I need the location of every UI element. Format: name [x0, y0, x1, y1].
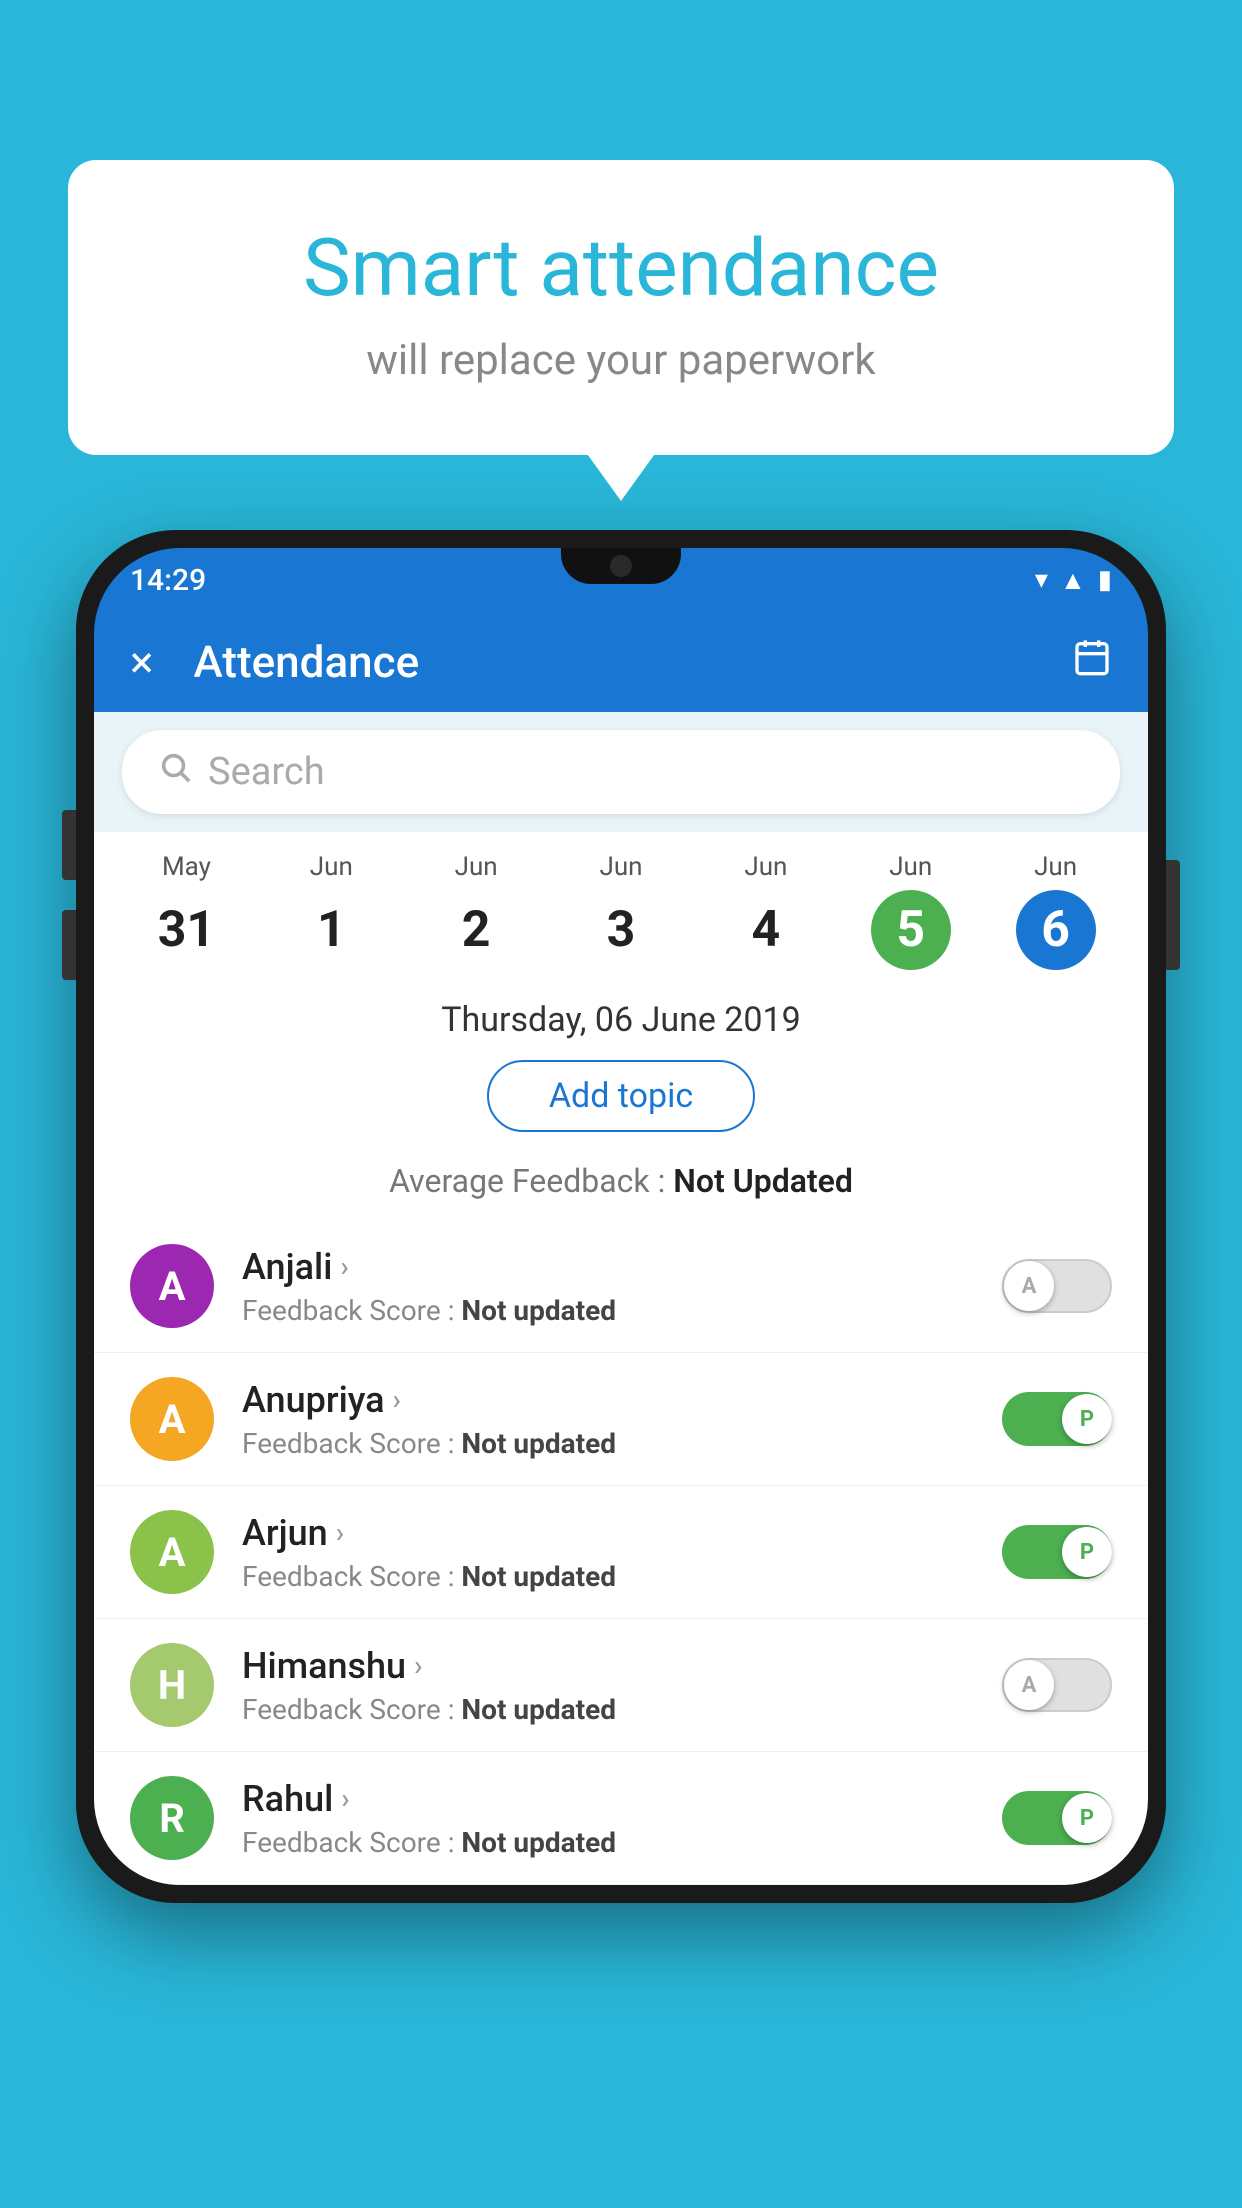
feedback-value: Not updated	[461, 1427, 616, 1460]
feedback-value: Not updated	[461, 1826, 616, 1859]
cal-month-label: Jun	[693, 852, 838, 882]
avg-feedback-value: Not Updated	[673, 1162, 853, 1200]
chevron-icon: ›	[393, 1383, 401, 1416]
toggle-knob: A	[1004, 1261, 1054, 1311]
chevron-icon: ›	[414, 1649, 422, 1682]
student-item: A Anjali › Feedback Score : Not updated A	[94, 1220, 1148, 1353]
speech-bubble: Smart attendance will replace your paper…	[68, 160, 1174, 455]
cal-month-label: Jun	[259, 852, 404, 882]
cal-date-number: 31	[146, 890, 226, 970]
cal-date-number: 3	[581, 890, 661, 970]
cal-date-number: 1	[291, 890, 371, 970]
bubble-title: Smart attendance	[128, 220, 1114, 316]
calendar-day[interactable]: Jun 4	[693, 852, 838, 970]
student-name[interactable]: Himanshu ›	[242, 1645, 974, 1687]
toggle-knob: P	[1062, 1394, 1112, 1444]
student-feedback: Feedback Score : Not updated	[242, 1693, 974, 1726]
avg-feedback-label: Average Feedback :	[389, 1162, 665, 1200]
student-feedback: Feedback Score : Not updated	[242, 1294, 974, 1327]
student-info: Anjali › Feedback Score : Not updated	[242, 1246, 974, 1327]
student-info: Rahul › Feedback Score : Not updated	[242, 1778, 974, 1859]
cal-month-label: Jun	[404, 852, 549, 882]
notch-camera	[610, 555, 632, 577]
search-bar[interactable]: Search	[122, 730, 1120, 814]
student-avatar: A	[130, 1244, 214, 1328]
student-item: H Himanshu › Feedback Score : Not updated A	[94, 1619, 1148, 1752]
avg-feedback: Average Feedback : Not Updated	[94, 1152, 1148, 1220]
student-name[interactable]: Arjun ›	[242, 1512, 974, 1554]
app-bar-title: Attendance	[193, 636, 1042, 688]
power-button	[1166, 860, 1180, 970]
student-item: A Anupriya › Feedback Score : Not updated P	[94, 1353, 1148, 1486]
attendance-toggle[interactable]: P	[1002, 1791, 1112, 1845]
calendar-day[interactable]: Jun 5	[838, 852, 983, 970]
selected-date: Thursday, 06 June 2019	[94, 980, 1148, 1050]
volume-button-down	[62, 910, 76, 980]
student-feedback: Feedback Score : Not updated	[242, 1826, 974, 1859]
calendar-day[interactable]: Jun 6	[983, 852, 1128, 970]
speech-bubble-container: Smart attendance will replace your paper…	[68, 160, 1174, 455]
student-list: AAnjali ›Feedback Score : Not updatedAAA…	[94, 1220, 1148, 1885]
phone-outer: 14:29 ▾ ▲ ▮ × Attendance	[76, 530, 1166, 1903]
student-name[interactable]: Anupriya ›	[242, 1379, 974, 1421]
student-avatar: R	[130, 1776, 214, 1860]
cal-month-label: May	[114, 852, 259, 882]
cal-month-label: Jun	[838, 852, 983, 882]
notch	[561, 548, 681, 584]
app-bar: × Attendance	[94, 612, 1148, 712]
student-feedback: Feedback Score : Not updated	[242, 1560, 974, 1593]
toggle-knob: P	[1062, 1527, 1112, 1577]
cal-date-number: 6	[1016, 890, 1096, 970]
attendance-toggle[interactable]: A	[1002, 1658, 1112, 1712]
search-bar-wrapper: Search	[94, 712, 1148, 832]
cal-month-label: Jun	[549, 852, 694, 882]
close-button[interactable]: ×	[130, 636, 153, 688]
student-avatar: A	[130, 1510, 214, 1594]
calendar-day[interactable]: Jun 3	[549, 852, 694, 970]
student-info: Arjun › Feedback Score : Not updated	[242, 1512, 974, 1593]
attendance-toggle[interactable]: P	[1002, 1525, 1112, 1579]
battery-icon: ▮	[1098, 565, 1112, 595]
calendar-day[interactable]: Jun 2	[404, 852, 549, 970]
search-placeholder: Search	[208, 750, 325, 794]
signal-icon: ▲	[1060, 565, 1086, 596]
student-info: Himanshu › Feedback Score : Not updated	[242, 1645, 974, 1726]
student-info: Anupriya › Feedback Score : Not updated	[242, 1379, 974, 1460]
attendance-toggle[interactable]: A	[1002, 1259, 1112, 1313]
status-icons: ▾ ▲ ▮	[1035, 565, 1112, 596]
student-item: A Arjun › Feedback Score : Not updated P	[94, 1486, 1148, 1619]
calendar-icon[interactable]	[1072, 637, 1112, 687]
phone-screen: 14:29 ▾ ▲ ▮ × Attendance	[94, 548, 1148, 1885]
attendance-toggle[interactable]: P	[1002, 1392, 1112, 1446]
chevron-icon: ›	[341, 1782, 349, 1815]
cal-date-number: 5	[871, 890, 951, 970]
student-name[interactable]: Rahul ›	[242, 1778, 974, 1820]
feedback-value: Not updated	[461, 1294, 616, 1327]
cal-date-number: 4	[726, 890, 806, 970]
student-name[interactable]: Anjali ›	[242, 1246, 974, 1288]
feedback-value: Not updated	[461, 1693, 616, 1726]
phone-wrapper: 14:29 ▾ ▲ ▮ × Attendance	[76, 530, 1166, 1903]
toggle-knob: P	[1062, 1793, 1112, 1843]
add-topic-button[interactable]: Add topic	[487, 1060, 755, 1132]
student-avatar: H	[130, 1643, 214, 1727]
feedback-value: Not updated	[461, 1560, 616, 1593]
calendar-day[interactable]: May 31	[114, 852, 259, 970]
bubble-subtitle: will replace your paperwork	[128, 336, 1114, 385]
calendar-day[interactable]: Jun 1	[259, 852, 404, 970]
calendar-strip: May 31 Jun 1 Jun 2 Jun 3 Jun 4 Jun 5 Jun 6	[94, 832, 1148, 980]
volume-button-up	[62, 810, 76, 880]
student-item: R Rahul › Feedback Score : Not updated P	[94, 1752, 1148, 1885]
toggle-knob: A	[1004, 1660, 1054, 1710]
search-icon	[158, 750, 192, 794]
cal-month-label: Jun	[983, 852, 1128, 882]
add-topic-wrapper: Add topic	[94, 1050, 1148, 1152]
chevron-icon: ›	[336, 1516, 344, 1549]
status-time: 14:29	[130, 563, 206, 598]
student-feedback: Feedback Score : Not updated	[242, 1427, 974, 1460]
student-avatar: A	[130, 1377, 214, 1461]
chevron-icon: ›	[340, 1250, 348, 1283]
wifi-icon: ▾	[1035, 565, 1048, 595]
cal-date-number: 2	[436, 890, 516, 970]
